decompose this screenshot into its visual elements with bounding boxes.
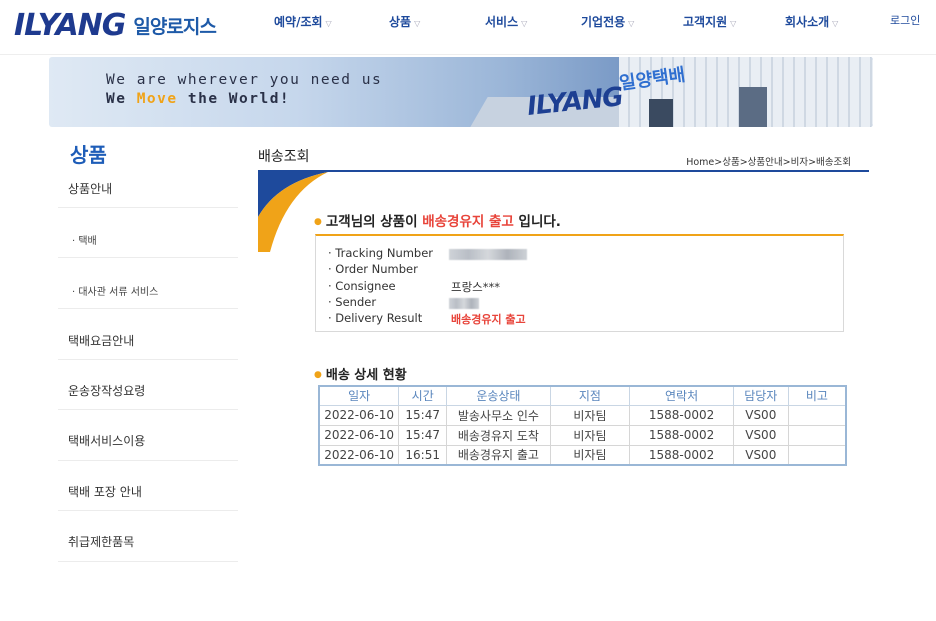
- chevron-down-icon: ▽: [325, 19, 332, 28]
- slogan-part: We: [106, 91, 137, 107]
- label-consignee: · Consignee: [328, 279, 396, 293]
- sidebar-item-rates[interactable]: 택배요금안내: [58, 332, 238, 360]
- table-row: 2022-06-10 16:51 배송경유지 출고 비자팀 1588-0002 …: [318, 444, 847, 466]
- table-row: 2022-06-10 15:47 배송경유지 도착 비자팀 1588-0002 …: [318, 424, 847, 446]
- nav-products-label: 상품: [389, 15, 412, 29]
- cell-date: 2022-06-10: [318, 444, 400, 466]
- label-sender: · Sender: [328, 295, 377, 309]
- site-logo[interactable]: ILYANG 일양로지스: [14, 7, 217, 43]
- table-header-row: 일자 시간 운송상태 지점 연락처 담당자 비고: [318, 385, 847, 406]
- cell-time: 16:51: [398, 444, 448, 466]
- nav-support-label: 고객지원: [683, 15, 728, 29]
- banner-window: [739, 87, 767, 127]
- label-delivery-result: · Delivery Result: [328, 311, 423, 325]
- title-divider: [258, 170, 869, 172]
- chevron-down-icon: ▽: [414, 19, 421, 28]
- nav-support[interactable]: 고객지원 ▽: [683, 13, 736, 30]
- col-header-note: 비고: [787, 385, 847, 406]
- bullet-icon: ●: [314, 217, 322, 227]
- nav-corporate-label: 기업전용: [581, 15, 626, 29]
- slogan-part: the World!: [177, 91, 291, 107]
- consignee-value: 프랑스***: [451, 280, 500, 294]
- detail-heading-text: 배송 상세 현황: [325, 368, 407, 383]
- nav-reservation-label: 예약/조회: [274, 15, 323, 29]
- logo-korean: 일양로지스: [133, 15, 216, 38]
- col-header-agent: 담당자: [732, 385, 789, 406]
- slogan-highlight: Move: [136, 91, 178, 107]
- chevron-down-icon: ▽: [730, 19, 737, 28]
- result-status: 배송경유지 출고: [422, 214, 514, 230]
- top-navigation-bar: ILYANG 일양로지스 예약/조회 ▽ 상품 ▽ 서비스 ▽ 기업전용 ▽ 고객지원 ▽…: [0, 0, 936, 55]
- col-header-contact: 연락처: [629, 385, 734, 406]
- col-header-time: 시간: [398, 385, 448, 406]
- shipment-detail-table: 일자 시간 운송상태 지점 연락처 담당자 비고 2022-06-10 15:4…: [318, 385, 847, 466]
- cell-agent: VS00: [732, 404, 789, 426]
- label-tracking-number: · Tracking Number: [328, 246, 434, 260]
- nav-products[interactable]: 상품 ▽: [389, 13, 420, 30]
- sidebar-item-waybill-guide[interactable]: 운송장작성요령: [58, 382, 238, 410]
- cell-agent: VS00: [732, 444, 789, 466]
- sidebar-item-restricted-items[interactable]: 취급제한품목: [58, 533, 238, 562]
- cell-date: 2022-06-10: [318, 424, 400, 446]
- sidebar-title: 상품: [70, 143, 107, 167]
- col-header-date: 일자: [318, 385, 400, 406]
- delivery-result-value: 배송경유지 출고: [451, 313, 526, 326]
- nav-company-label: 회사소개: [785, 15, 830, 29]
- cell-branch: 비자팀: [549, 424, 631, 446]
- cell-status: 배송경유지 출고: [446, 444, 551, 466]
- sidebar-item-embassy-docs[interactable]: · 대사관 서류 서비스: [58, 283, 238, 309]
- hero-banner: ILYANG 일양택배 We are wherever you need us …: [49, 57, 873, 127]
- page-title: 배송조회: [258, 149, 310, 165]
- col-header-branch: 지점: [549, 385, 631, 406]
- result-heading: ● 고객님의 상품이 배송경유지 출고 입니다.: [314, 210, 561, 230]
- cell-note: [787, 424, 847, 446]
- cell-contact: 1588-0002: [629, 444, 734, 466]
- nav-company[interactable]: 회사소개 ▽: [785, 13, 838, 30]
- nav-corporate[interactable]: 기업전용 ▽: [581, 13, 634, 30]
- banner-slogan-line2: We Move the World!: [106, 91, 290, 107]
- banner-slogan-line1: We are wherever you need us: [106, 72, 383, 88]
- nav-services-label: 서비스: [485, 15, 519, 29]
- sidebar-item-parcel[interactable]: · 택배: [58, 232, 238, 258]
- sidebar-item-product-guide[interactable]: 상품안내: [58, 180, 238, 208]
- chevron-down-icon: ▽: [628, 19, 635, 28]
- table-row: 2022-06-10 15:47 발송사무소 인수 비자팀 1588-0002 …: [318, 404, 847, 426]
- cell-status: 배송경유지 도착: [446, 424, 551, 446]
- cell-branch: 비자팀: [549, 444, 631, 466]
- sidebar-item-packing-guide[interactable]: 택배 포장 안내: [58, 483, 238, 511]
- redacted-sender: [449, 298, 479, 309]
- logo-wordmark: ILYANG: [14, 7, 126, 43]
- result-text: 입니다.: [513, 214, 561, 230]
- cell-branch: 비자팀: [549, 404, 631, 426]
- cell-note: [787, 444, 847, 466]
- redacted-tracking-number: [449, 249, 527, 260]
- chevron-down-icon: ▽: [521, 19, 528, 28]
- cell-contact: 1588-0002: [629, 404, 734, 426]
- login-link[interactable]: 로그인: [890, 12, 920, 28]
- cell-time: 15:47: [398, 404, 448, 426]
- cell-date: 2022-06-10: [318, 404, 400, 426]
- cell-agent: VS00: [732, 424, 789, 446]
- col-header-status: 운송상태: [446, 385, 551, 406]
- cell-contact: 1588-0002: [629, 424, 734, 446]
- result-text: 고객님의 상품이: [325, 214, 423, 230]
- sidebar-item-service-use[interactable]: 택배서비스이용: [58, 432, 238, 461]
- chevron-down-icon: ▽: [832, 19, 839, 28]
- cell-time: 15:47: [398, 424, 448, 446]
- nav-services[interactable]: 서비스 ▽: [485, 13, 527, 30]
- cell-status: 발송사무소 인수: [446, 404, 551, 426]
- banner-window: [649, 99, 673, 127]
- cell-note: [787, 404, 847, 426]
- tracking-info-box: · Tracking Number · Order Number · Consi…: [315, 234, 844, 332]
- nav-reservation[interactable]: 예약/조회 ▽: [274, 13, 332, 30]
- breadcrumb: Home>상품>상품안내>비자>배송조회: [686, 157, 851, 168]
- bullet-icon: ●: [314, 370, 322, 380]
- label-order-number: · Order Number: [328, 262, 418, 276]
- detail-heading: ● 배송 상세 현황: [314, 364, 407, 383]
